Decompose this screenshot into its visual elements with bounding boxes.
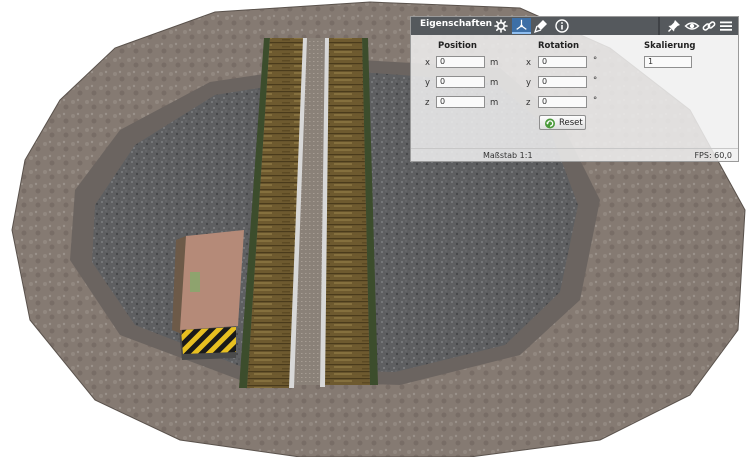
rotation-y-label: y <box>526 78 532 88</box>
reset-icon <box>545 118 555 129</box>
info-icon[interactable] <box>554 18 570 34</box>
panel-title-bar: Eigenschaften <box>411 17 738 35</box>
paint-icon[interactable] <box>533 18 549 34</box>
position-header: Position <box>438 41 477 51</box>
position-x-label: x <box>425 58 431 68</box>
bridge-planks-right <box>322 38 370 385</box>
rotation-x-field[interactable]: 0 <box>538 56 587 68</box>
link-icon[interactable] <box>701 18 717 34</box>
reset-label: Reset <box>559 118 583 128</box>
position-y-unit: m <box>490 78 499 88</box>
hamburger-menu-icon[interactable] <box>718 18 734 34</box>
properties-panel: Eigenschaften Position x y z 0 0 0 m m m… <box>410 16 739 162</box>
eye-icon[interactable] <box>684 18 700 34</box>
rotation-z-label: z <box>526 98 531 108</box>
scaling-header: Skalierung <box>644 41 696 51</box>
position-y-label: y <box>425 78 431 88</box>
position-z-unit: m <box>490 98 499 108</box>
hazard-stripes <box>181 327 236 354</box>
gear-icon[interactable] <box>493 18 509 34</box>
position-y-field[interactable]: 0 <box>436 76 485 88</box>
rotation-z-field[interactable]: 0 <box>538 96 587 108</box>
scale-status: Maßstab 1:1 <box>483 151 533 160</box>
panel-status-bar: Maßstab 1:1 FPS: 60,0 <box>411 148 738 163</box>
pin-icon[interactable] <box>666 18 682 34</box>
fps-status: FPS: 60,0 <box>694 151 732 160</box>
title-bar-divider <box>658 17 660 35</box>
rotation-z-unit: ° <box>593 96 598 106</box>
position-z-label: z <box>425 98 430 108</box>
rotation-x-unit: ° <box>593 56 598 66</box>
position-x-unit: m <box>490 58 499 68</box>
panel-title: Eigenschaften <box>420 19 493 29</box>
transform-axes-icon[interactable] <box>512 18 531 34</box>
reset-button[interactable]: Reset <box>539 115 586 130</box>
position-x-field[interactable]: 0 <box>436 56 485 68</box>
position-z-field[interactable]: 0 <box>436 96 485 108</box>
rotation-header: Rotation <box>538 41 580 51</box>
scaling-field[interactable]: 1 <box>644 56 692 68</box>
rotation-y-field[interactable]: 0 <box>538 76 587 88</box>
rotation-y-unit: ° <box>593 76 598 86</box>
control-hut-roof <box>180 230 244 330</box>
rotation-x-label: x <box>526 58 532 68</box>
control-hut-vent <box>190 272 200 292</box>
